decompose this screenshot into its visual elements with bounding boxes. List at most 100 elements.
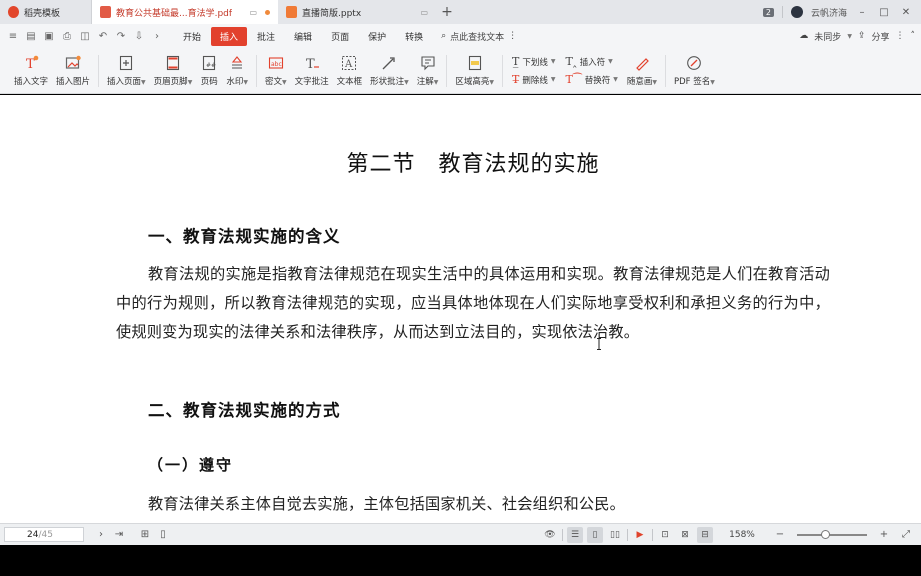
insert-symbol-icon: T‸ (565, 55, 577, 68)
find-text-label: 点此查找文本 (450, 32, 505, 43)
header-footer-icon (164, 54, 182, 72)
underline-button[interactable]: T̲ 下划线 ▼ (512, 55, 555, 68)
insert-symbol-label: 插入符 (579, 57, 606, 68)
tab-docer-templates[interactable]: 稻壳模板 (0, 0, 92, 24)
page-view-icon[interactable]: ▯ (154, 529, 172, 540)
open-folder-icon[interactable]: ▤ (22, 31, 40, 42)
fit-page-icon[interactable]: ⊠ (677, 527, 693, 543)
undo-icon[interactable]: ↶ (94, 31, 112, 42)
area-highlight-label: 区域高亮 (455, 77, 490, 87)
share-icon[interactable]: ⇪ (858, 31, 866, 41)
close-icon[interactable]: ✕ (899, 7, 913, 18)
menu-start[interactable]: 开始 (174, 27, 210, 46)
watermark-button[interactable]: 水印▼ (222, 50, 252, 92)
chevron-down-icon: ▼ (281, 79, 287, 86)
replace-symbol-button[interactable]: T⁀ 替换符 ▼ (566, 73, 618, 86)
strikethrough-button[interactable]: T̶ 删除线 ▼ (512, 73, 555, 86)
chevron-down-icon: ▼ (710, 79, 715, 86)
chevron-down-icon: ▼ (608, 58, 613, 65)
insert-page-small-icon[interactable]: ⊞ (136, 529, 154, 540)
zoom-slider-knob[interactable] (821, 529, 830, 539)
save-icon[interactable]: ▣ (40, 31, 58, 42)
more-chevron-icon[interactable]: › (148, 31, 166, 42)
collapse-ribbon-icon[interactable]: ˄ (911, 31, 916, 41)
print-icon[interactable]: ⎙ (58, 31, 76, 42)
menu-hamburger-icon[interactable]: ≡ (4, 31, 22, 42)
pdf-sign-label: PDF 签名 (674, 77, 711, 87)
tab-label: 教育公共基础最...育法学.pdf (116, 8, 233, 19)
area-highlight-button[interactable]: 区域高亮▼ (451, 50, 498, 92)
maximize-icon[interactable]: □ (877, 7, 891, 18)
freehand-button[interactable]: 随意画▼ (623, 50, 661, 92)
two-page-view-icon[interactable]: ▯▯ (607, 527, 623, 543)
insert-image-button[interactable]: 插入图片 (52, 50, 94, 92)
text-comment-button[interactable]: T 文字批注 (291, 50, 333, 92)
export-icon[interactable]: ⇩ (130, 31, 148, 42)
menu-insert[interactable]: 插入 (211, 26, 248, 46)
new-tab-button[interactable]: + (436, 0, 458, 24)
menu-protect[interactable]: 保护 (359, 27, 395, 46)
print-preview-icon[interactable]: ◫ (76, 31, 94, 42)
window-count-badge[interactable]: 2 (762, 7, 774, 17)
zoom-level[interactable]: 158% (717, 530, 767, 540)
share-button[interactable]: 分享 (871, 30, 889, 43)
insert-page-button[interactable]: 插入页面▼ (103, 50, 150, 92)
find-text-button[interactable]: ⌕ 点此查找文本 ⋮ (441, 30, 517, 43)
svg-text:T: T (306, 57, 315, 71)
continuous-view-icon[interactable]: ☰ (567, 526, 583, 543)
cloud-sync-icon[interactable]: ☁ (799, 31, 808, 41)
menu-edit[interactable]: 编辑 (285, 27, 321, 46)
underline-label: 下划线 (522, 57, 548, 68)
section-heading-2: 二、教育法规实施的方式 (148, 401, 341, 420)
tab-pdf-document[interactable]: 教育公共基础最...育法学.pdf ▭ (92, 0, 278, 24)
avatar[interactable] (790, 6, 803, 18)
page-number-icon: ## (200, 54, 218, 72)
text-box-button[interactable]: A 文本框 (333, 50, 367, 92)
menu-page[interactable]: 页面 (322, 27, 358, 46)
divider (502, 54, 504, 87)
eye-protection-icon[interactable]: 👁 (542, 527, 558, 543)
monitor-icon[interactable]: ▭ (249, 8, 257, 17)
chevron-down-icon: ▼ (550, 58, 556, 65)
replace-symbol-icon: T⁀ (565, 73, 582, 86)
add-page-icon (117, 54, 135, 72)
document-page[interactable]: 第二节 教育法规的实施 一、教育法规实施的含义 教育法规的实施是指教育法律规范在… (0, 95, 921, 523)
monitor-icon[interactable]: ▭ (420, 8, 428, 17)
chevron-down-icon: ▼ (652, 79, 657, 86)
menu-convert[interactable]: 转换 (396, 27, 432, 46)
zoom-slider[interactable] (797, 529, 867, 539)
wps-logo-icon (8, 6, 19, 18)
chevron-down-icon[interactable]: ▼ (847, 33, 852, 40)
menu-annotate[interactable]: 批注 (248, 27, 284, 46)
insert-text-icon: T (22, 54, 40, 72)
redo-icon[interactable]: ↷ (112, 31, 130, 42)
shape-comment-button[interactable]: 形状批注▼ (366, 50, 413, 92)
header-footer-button[interactable]: 页眉页脚▼ (150, 50, 197, 92)
fit-width-icon[interactable]: ⊟ (697, 526, 713, 543)
redact-button[interactable]: abc 密文▼ (261, 50, 291, 92)
more-icon[interactable]: ⋮ (896, 31, 905, 41)
divider (781, 6, 783, 18)
play-icon[interactable]: ▶ (632, 527, 648, 543)
tab-pptx-document[interactable]: 直播简版.pptx ▭ (278, 0, 436, 24)
minimize-icon[interactable]: – (855, 7, 869, 18)
fullscreen-icon[interactable]: ⤢ (897, 529, 915, 540)
insert-symbol-button[interactable]: T‸ 插入符 ▼ (566, 55, 618, 68)
strikethrough-icon: T̶ (512, 73, 520, 86)
page-number-button[interactable]: ## 页码 (196, 50, 222, 92)
subsection-heading: （一）遵守 (148, 456, 234, 474)
note-button[interactable]: 注解▼ (413, 50, 443, 92)
chevron-down-icon: ▼ (141, 79, 146, 86)
last-page-icon[interactable]: ⇥ (110, 529, 128, 540)
single-page-view-icon[interactable]: ▯ (587, 526, 603, 543)
user-name[interactable]: 云帆济海 (811, 6, 847, 19)
redact-label: 密文 (264, 77, 282, 87)
zoom-in-icon[interactable]: + (875, 529, 893, 540)
sync-status[interactable]: 未同步 (814, 30, 841, 43)
next-page-icon[interactable]: › (92, 529, 110, 540)
zoom-out-icon[interactable]: − (771, 529, 789, 540)
insert-text-button[interactable]: T 插入文字 (10, 50, 52, 92)
actual-size-icon[interactable]: ⊡ (657, 527, 673, 543)
page-number-input[interactable]: 24 /45 (4, 527, 84, 542)
pdf-sign-button[interactable]: PDF 签名▼ (670, 50, 719, 92)
